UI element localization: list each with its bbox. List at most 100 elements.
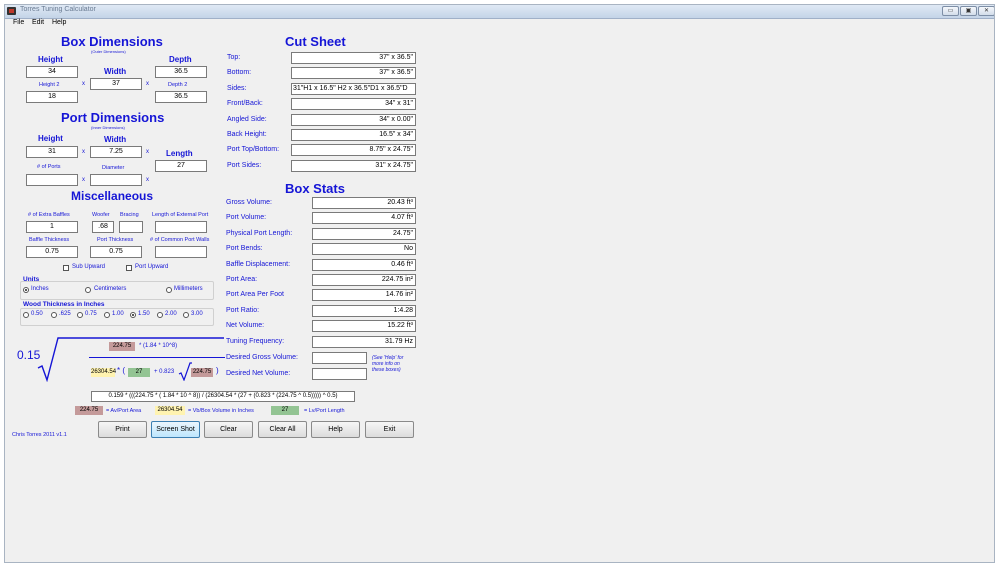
clear-all-button[interactable]: Clear All xyxy=(258,421,307,438)
port-dimensions-subtitle: (Inner Dimensions) xyxy=(91,125,125,130)
woofer-input[interactable]: .68 xyxy=(92,221,114,233)
wood-075-radio[interactable] xyxy=(77,312,83,318)
close-button[interactable]: ✕ xyxy=(978,6,994,16)
cut-sheet-label: Back Height: xyxy=(227,131,267,138)
app-icon xyxy=(7,7,16,15)
menu-edit[interactable]: Edit xyxy=(32,19,44,26)
wood-075-label: 0.75 xyxy=(85,311,97,317)
box-stat-label: Tuning Frequency: xyxy=(226,337,285,345)
box-stat-value[interactable]: 1:4.28 xyxy=(312,304,416,317)
box-width-input[interactable]: 37 xyxy=(90,78,142,90)
times-sign: x xyxy=(146,149,149,155)
sub-upward-checkbox[interactable] xyxy=(63,265,69,271)
num-ports-label: # of Ports xyxy=(37,164,61,170)
diameter-input[interactable] xyxy=(90,174,142,186)
units-title: Units xyxy=(23,276,40,283)
port-height-input[interactable]: 31 xyxy=(26,146,78,158)
units-centimeters-radio[interactable] xyxy=(85,287,91,293)
wood-100-label: 1.00 xyxy=(112,311,124,317)
legend-av-text: = Av/Port Area xyxy=(106,408,142,414)
fraction-line xyxy=(89,357,225,358)
box-width-label: Width xyxy=(104,67,127,76)
bracing-input[interactable] xyxy=(119,221,143,233)
wood-050-radio[interactable] xyxy=(23,312,29,318)
wood-0625-label: .625 xyxy=(59,311,71,317)
cut-sheet-value[interactable]: 37" x 36.5" xyxy=(291,67,416,80)
wood-150-radio[interactable] xyxy=(130,312,136,318)
box-stat-value[interactable]: 14.76 in² xyxy=(312,289,416,302)
wood-0625-radio[interactable] xyxy=(51,312,57,318)
exit-button[interactable]: Exit xyxy=(365,421,414,438)
screenshot-button[interactable]: Screen Shot xyxy=(151,421,200,438)
minimize-button[interactable]: ▭ xyxy=(942,6,959,16)
box-height-input[interactable]: 34 xyxy=(26,66,78,78)
desired-gross-input[interactable] xyxy=(312,352,367,364)
desired-net-input[interactable] xyxy=(312,368,367,380)
num-ports-input[interactable] xyxy=(26,174,78,186)
box-stat-label: Gross Volume: xyxy=(226,199,272,206)
port-thickness-input[interactable]: 0.75 xyxy=(90,246,142,258)
box-height-label: Height xyxy=(38,55,63,64)
cut-sheet-value[interactable]: 8.75" x 24.75" xyxy=(291,144,416,157)
cut-sheet-value[interactable]: 34" x 0.00" xyxy=(291,113,416,126)
box-stat-value[interactable]: 15.22 ft³ xyxy=(312,320,416,333)
cut-sheet-value[interactable]: 16.5" x 34" xyxy=(291,129,416,141)
baffle-thickness-input[interactable]: 0.75 xyxy=(26,246,78,258)
port-upward-checkbox[interactable] xyxy=(126,265,132,271)
port-length-input[interactable]: 27 xyxy=(155,160,207,172)
cut-sheet-label: Sides: xyxy=(227,84,247,92)
external-port-input[interactable] xyxy=(155,221,207,233)
baffle-thickness-label: Baffle Thickness xyxy=(29,237,70,243)
extra-baffles-label: # of Extra Baffles xyxy=(28,212,70,218)
cut-sheet-label: Port Sides: xyxy=(227,161,262,169)
box-height2-input[interactable]: 18 xyxy=(26,91,78,103)
wood-300-label: 3.00 xyxy=(191,311,203,317)
formula-vb: 26304.54 xyxy=(91,368,117,377)
box-stat-label: Net Volume: xyxy=(226,322,265,330)
menu-file[interactable]: File xyxy=(13,19,24,26)
box-stat-value[interactable]: 4.07 ft³ xyxy=(312,212,416,225)
box-stat-value[interactable]: No xyxy=(312,243,416,256)
clear-button[interactable]: Clear xyxy=(204,421,253,438)
wood-300-radio[interactable] xyxy=(183,312,189,318)
extra-baffles-input[interactable]: 1 xyxy=(26,221,78,233)
box-depth-input[interactable]: 36.5 xyxy=(155,66,207,78)
cut-sheet-value[interactable]: 34" x 31" xyxy=(291,98,416,111)
credit-text: Chris Torres 2011 v1.1 xyxy=(12,432,67,438)
units-millimeters-radio[interactable] xyxy=(166,287,172,293)
port-width-input[interactable]: 7.25 xyxy=(90,146,142,158)
times-sign: x xyxy=(146,81,149,87)
box-stat-value[interactable]: 224.75 in² xyxy=(312,274,416,286)
wood-200-radio[interactable] xyxy=(157,312,163,318)
box-stat-label: Port Ratio: xyxy=(226,306,260,314)
port-length-label: Length xyxy=(166,149,193,158)
cut-sheet-label: Front/Back: xyxy=(227,100,263,108)
cut-sheet-value[interactable]: 37" x 36.5" xyxy=(291,52,416,64)
legend-lv-chip: 27 xyxy=(271,406,299,415)
menu-bar: File Edit Help xyxy=(5,18,994,31)
wood-150-label: 1.50 xyxy=(138,311,150,317)
print-button[interactable]: Print xyxy=(98,421,147,438)
box-depth2-input[interactable]: 36.5 xyxy=(155,91,207,103)
box-stat-value[interactable]: 20.43 ft³ xyxy=(312,197,416,209)
box-stat-value[interactable]: 0.46 ft³ xyxy=(312,258,416,271)
box-stat-value[interactable]: 24.75" xyxy=(312,227,416,240)
units-inches-radio[interactable] xyxy=(23,287,29,293)
cut-sheet-value[interactable]: 31"H1 x 16.5" H2 x 36.5"D1 x 36.5"D xyxy=(291,82,416,95)
formula-full-text: 0.159 * (((224.75 * ( 1.84 * 10 ^ 8)) / … xyxy=(91,391,355,402)
cut-sheet-label: Angled Side: xyxy=(227,115,267,123)
box-stat-value[interactable]: 31.79 Hz xyxy=(312,335,416,348)
wood-100-radio[interactable] xyxy=(104,312,110,318)
help-button[interactable]: Help xyxy=(311,421,360,438)
times-sign: x xyxy=(82,81,85,87)
box-dimensions-subtitle: (Outer Dimensions) xyxy=(91,49,126,54)
formula-av-top: 224.75 xyxy=(109,342,135,351)
maximize-button[interactable]: ▣ xyxy=(960,6,977,16)
common-port-walls-input[interactable] xyxy=(155,246,207,258)
cut-sheet-label: Port Top/Bottom: xyxy=(227,146,280,154)
menu-help[interactable]: Help xyxy=(52,19,66,26)
cut-sheet-value[interactable]: 31" x 24.75" xyxy=(291,159,416,172)
legend-lv-text: = Lv/Port Length xyxy=(304,408,345,414)
app-window: Torres Tuning Calculator ▭ ▣ ✕ File Edit… xyxy=(4,4,995,563)
units-millimeters-label: Millimeters xyxy=(174,286,203,292)
